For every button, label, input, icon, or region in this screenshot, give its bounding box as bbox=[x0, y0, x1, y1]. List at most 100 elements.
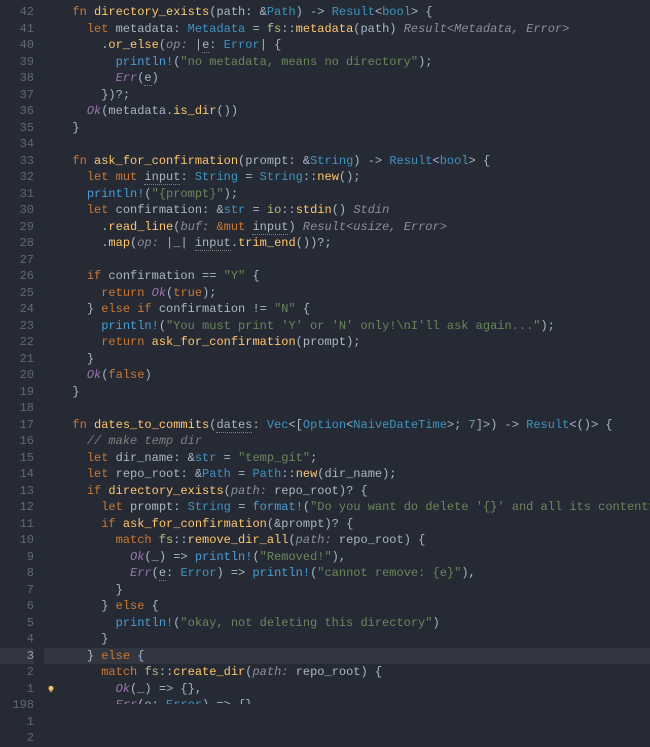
code-line[interactable]: fn directory_exists(path: &Path) -> Resu… bbox=[58, 4, 650, 21]
token-var: prompt bbox=[281, 517, 324, 531]
code-line[interactable]: fn ask_for_confirmation(prompt: &String)… bbox=[58, 153, 650, 170]
line-number: 14 bbox=[0, 466, 34, 483]
token-punct: ) bbox=[432, 616, 439, 630]
code-line[interactable]: Ok(metadata.is_dir()) bbox=[58, 103, 650, 120]
token-punct: ( bbox=[152, 566, 159, 580]
token-macro: println! bbox=[87, 187, 145, 201]
code-line[interactable]: if ask_for_confirmation(&prompt)? { bbox=[58, 516, 650, 533]
token-kw: let bbox=[87, 203, 116, 217]
token-kw: if bbox=[87, 484, 109, 498]
code-line[interactable]: let repo_root: &Path = Path::new(dir_nam… bbox=[58, 466, 650, 483]
code-line[interactable]: } else { bbox=[58, 598, 650, 615]
code-line[interactable]: // make temp dir bbox=[58, 433, 650, 450]
token-punct: ) bbox=[389, 22, 403, 36]
code-line[interactable]: .read_line(buf: &mut input) Result<usize… bbox=[58, 219, 650, 236]
code-line[interactable]: } bbox=[58, 351, 650, 368]
token-param: buf: bbox=[180, 220, 216, 234]
code-line[interactable]: println!("You must print 'Y' or 'N' only… bbox=[58, 318, 650, 335]
token-kw: match bbox=[101, 665, 144, 679]
token-ty: Result bbox=[389, 154, 432, 168]
code-line[interactable]: } else { bbox=[58, 648, 650, 665]
code-line[interactable]: Err(e) bbox=[58, 70, 650, 87]
code-editor[interactable]: 4241403938373635343332313029282726252423… bbox=[0, 0, 650, 704]
code-line[interactable]: Ok(_) => println!("Removed!"), bbox=[58, 549, 650, 566]
code-line[interactable] bbox=[58, 252, 650, 269]
line-number: 30 bbox=[0, 202, 34, 219]
code-line[interactable]: if confirmation == "Y" { bbox=[58, 268, 650, 285]
token-punct: | bbox=[195, 38, 202, 52]
code-line[interactable]: Ok(false) bbox=[58, 367, 650, 384]
code-line[interactable]: Ok(_) => {}, bbox=[58, 681, 650, 698]
token-punct: > { bbox=[469, 154, 491, 168]
token-punct: })?; bbox=[101, 88, 130, 102]
token-punct: != bbox=[245, 302, 274, 316]
code-line[interactable]: if directory_exists(path: repo_root)? { bbox=[58, 483, 650, 500]
code-line[interactable]: fn dates_to_commits(dates: Vec<[Option<N… bbox=[58, 417, 650, 434]
token-var: dir_name bbox=[116, 451, 174, 465]
indicator-cell bbox=[44, 334, 58, 351]
indicator-column bbox=[44, 0, 58, 704]
token-punct: | { bbox=[260, 38, 282, 52]
code-line[interactable]: let confirmation: &str = io::stdin() Std… bbox=[58, 202, 650, 219]
token-punct: } bbox=[116, 583, 123, 597]
code-line[interactable]: match fs::create_dir(path: repo_root) { bbox=[58, 664, 650, 681]
token-param: Result<usize, Error> bbox=[303, 220, 447, 234]
token-kw: fn bbox=[72, 5, 94, 19]
line-number: 19 bbox=[0, 384, 34, 401]
code-line[interactable] bbox=[58, 136, 650, 153]
token-punct: ) { bbox=[361, 665, 383, 679]
token-param: op: bbox=[166, 38, 195, 52]
code-line[interactable]: let dir_name: &str = "temp_git"; bbox=[58, 450, 650, 467]
indicator-cell bbox=[44, 285, 58, 302]
code-line[interactable]: } bbox=[58, 384, 650, 401]
code-line[interactable]: } bbox=[58, 582, 650, 599]
token-punct: :: bbox=[159, 665, 173, 679]
code-line[interactable]: } bbox=[58, 631, 650, 648]
token-str: "cannot remove: {e}" bbox=[317, 566, 461, 580]
token-punct: ) => {}, bbox=[144, 682, 202, 696]
code-line[interactable]: println!("okay, not deleting this direct… bbox=[58, 615, 650, 632]
token-punct: ( bbox=[317, 467, 324, 481]
code-line[interactable]: Err(e: Error) => println!("cannot remove… bbox=[58, 565, 650, 582]
code-line[interactable]: return Ok(true); bbox=[58, 285, 650, 302]
token-mod: fs bbox=[267, 22, 281, 36]
token-kw: let bbox=[87, 451, 116, 465]
token-punct: ); bbox=[418, 55, 432, 69]
indicator-cell bbox=[44, 483, 58, 500]
code-line[interactable]: } else if confirmation != "N" { bbox=[58, 301, 650, 318]
code-line[interactable]: Err(e: Error) => {}, bbox=[58, 697, 650, 704]
token-punct: ]>) -> bbox=[476, 418, 526, 432]
code-line[interactable]: println!("no metadata, means no director… bbox=[58, 54, 650, 71]
line-number: 11 bbox=[0, 516, 34, 533]
token-punct: > { bbox=[411, 5, 433, 19]
code-line[interactable]: } bbox=[58, 120, 650, 137]
code-line[interactable]: match fs::remove_dir_all(path: repo_root… bbox=[58, 532, 650, 549]
indicator-cell bbox=[44, 549, 58, 566]
token-var: repo_root bbox=[296, 665, 361, 679]
code-line[interactable]: .map(op: |_| input.trim_end())?; bbox=[58, 235, 650, 252]
lightbulb-icon[interactable] bbox=[46, 684, 56, 694]
token-punct: <()> { bbox=[569, 418, 612, 432]
token-punct: { bbox=[296, 302, 310, 316]
code-line[interactable]: .or_else(op: |e: Error| { bbox=[58, 37, 650, 54]
code-line[interactable] bbox=[58, 400, 650, 417]
token-punct: ( bbox=[144, 550, 151, 564]
code-line[interactable]: return ask_for_confirmation(prompt); bbox=[58, 334, 650, 351]
line-number: 2 bbox=[0, 664, 34, 681]
token-ty: Error bbox=[224, 38, 260, 52]
token-punct: ) => bbox=[159, 550, 195, 564]
code-line[interactable]: println!("{prompt}"); bbox=[58, 186, 650, 203]
token-str: "Do you want do delete '{}' and all its … bbox=[310, 500, 650, 514]
code-line[interactable]: })?; bbox=[58, 87, 650, 104]
token-var: e bbox=[144, 71, 151, 86]
code-area[interactable]: fn directory_exists(path: &Path) -> Resu… bbox=[58, 0, 650, 704]
code-line[interactable]: let metadata: Metadata = fs::metadata(pa… bbox=[58, 21, 650, 38]
token-kw: return bbox=[101, 286, 151, 300]
indicator-cell bbox=[44, 384, 58, 401]
line-number: 13 bbox=[0, 483, 34, 500]
code-line[interactable]: let mut input: String = String::new(); bbox=[58, 169, 650, 186]
line-number: 4 bbox=[0, 631, 34, 648]
line-number: 5 bbox=[0, 615, 34, 632]
token-fn: stdin bbox=[296, 203, 332, 217]
code-line[interactable]: let prompt: String = format!("Do you wan… bbox=[58, 499, 650, 516]
